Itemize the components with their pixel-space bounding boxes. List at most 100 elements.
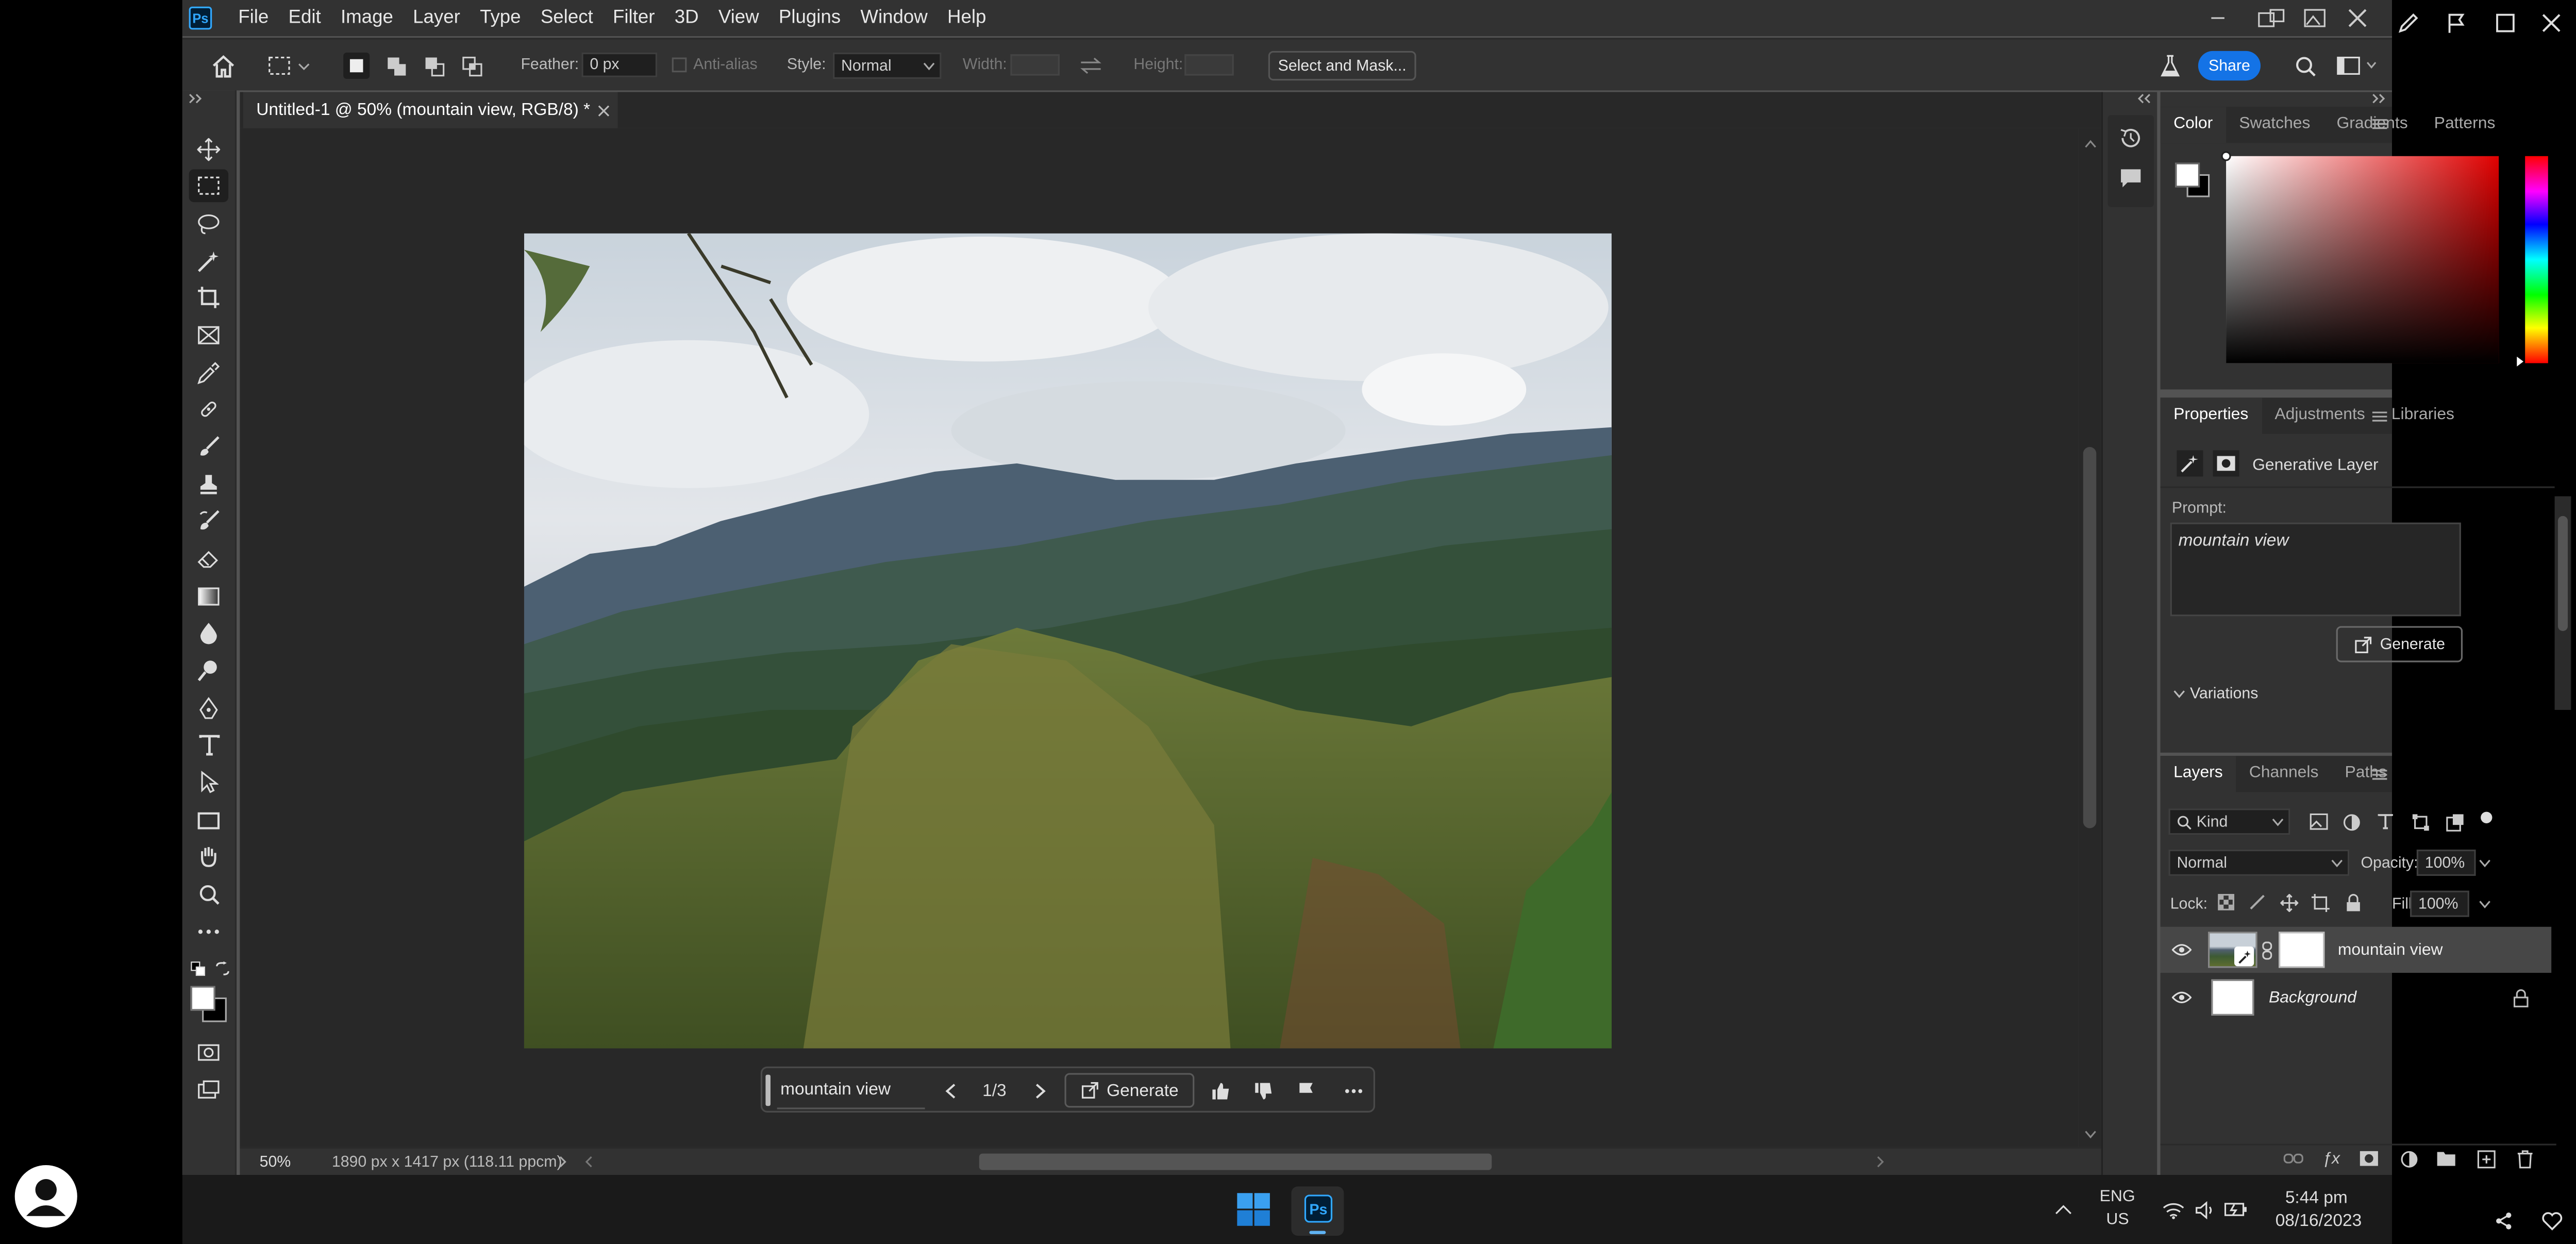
variation-prompt-field[interactable]: mountain view [777,1071,925,1109]
magic-wand-tool-icon[interactable] [189,245,229,278]
layer-row-background[interactable]: Background [2161,974,2552,1020]
edit-icon[interactable] [2395,10,2421,36]
tab-patterns[interactable]: Patterns [2421,107,2508,143]
minimize-icon[interactable] [2206,7,2230,30]
image-icon[interactable] [2302,7,2328,30]
filter-pixel-icon[interactable] [2306,810,2330,833]
link-layers-icon[interactable] [2282,1149,2305,1168]
menu-plugins[interactable]: Plugins [769,0,850,36]
fill-input[interactable]: 100% [2410,890,2469,917]
share-button[interactable]: Share [2198,51,2261,81]
foreground-color-swatch[interactable] [190,986,215,1011]
heart-icon[interactable] [2538,1208,2565,1234]
pen-tool-icon[interactable] [189,692,229,725]
show-hidden-icons-icon[interactable] [2052,1198,2075,1221]
eyedropper-tool-icon[interactable] [189,357,229,390]
history-brush-tool-icon[interactable] [189,505,229,538]
eraser-tool-icon[interactable] [189,542,229,575]
thumbs-down-icon[interactable] [1252,1080,1275,1103]
lock-all-icon[interactable] [2341,891,2364,914]
width-input[interactable] [1010,54,1060,76]
type-tool-icon[interactable] [189,728,229,761]
window-arrange-icon[interactable] [2255,7,2288,30]
tab-libraries[interactable]: Libraries [2378,397,2467,434]
layer-name[interactable]: Background [2269,989,2356,1007]
tab-adjustments[interactable]: Adjustments [2262,397,2378,434]
hue-slider[interactable] [2517,156,2548,367]
opacity-dropdown-icon[interactable] [2476,855,2493,871]
flag-icon[interactable] [2443,10,2469,36]
lock-image-icon[interactable] [2246,891,2269,914]
brush-tool-icon[interactable] [189,430,229,463]
vertical-scroll-thumb[interactable] [2083,447,2097,828]
user-avatar-icon[interactable] [14,1165,77,1228]
more-options-icon[interactable] [1342,1080,1365,1103]
delete-layer-icon[interactable] [2514,1149,2537,1168]
properties-panel-menu-icon[interactable] [2369,406,2388,425]
document-tab[interactable]: Untitled-1 @ 50% (mountain view, RGB/8) … [243,92,618,128]
scroll-down-icon[interactable] [2083,1127,2097,1141]
generate-button[interactable]: Generate [1064,1073,1195,1108]
antialias-checkbox[interactable] [672,57,687,73]
style-select[interactable]: Normal [833,53,942,79]
new-group-icon[interactable] [2435,1149,2458,1168]
filter-shape-icon[interactable] [2408,810,2432,833]
menu-image[interactable]: Image [331,0,403,36]
language-indicator-top[interactable]: ENG [2100,1188,2135,1206]
variations-label[interactable]: Variations [2190,685,2258,703]
tab-channels[interactable]: Channels [2236,756,2332,792]
color-picker-handle[interactable] [2221,151,2231,161]
menu-view[interactable]: View [709,0,769,36]
menu-edit[interactable]: Edit [278,0,330,36]
path-selection-tool-icon[interactable] [189,766,229,799]
color-foreground-swatch[interactable] [2175,162,2200,188]
intersect-selection-icon[interactable] [458,53,484,79]
crop-tool-icon[interactable] [189,281,229,314]
clock-time[interactable]: 5:44 pm [2285,1188,2348,1208]
search-icon[interactable] [2292,53,2318,79]
language-indicator-bottom[interactable]: US [2106,1211,2129,1229]
subtract-selection-icon[interactable] [421,53,447,79]
horizontal-scroll-thumb[interactable] [979,1153,1492,1170]
share-icon[interactable] [2490,1208,2517,1234]
home-icon[interactable] [209,51,238,80]
tab-layers[interactable]: Layers [2160,756,2236,792]
filter-toggle[interactable] [2481,811,2493,823]
filter-adjustment-icon[interactable] [2339,810,2363,833]
wifi-icon[interactable] [2161,1197,2187,1223]
frame-tool-icon[interactable] [189,319,229,352]
properties-scrollbar[interactable] [2554,496,2571,710]
default-colors-icon[interactable] [189,960,206,976]
blend-mode-select[interactable]: Normal [2168,849,2350,876]
clock-date[interactable]: 08/16/2023 [2276,1211,2362,1231]
prompt-textarea[interactable]: mountain view [2170,522,2461,617]
opacity-input[interactable]: 100% [2416,849,2476,876]
thumbs-up-icon[interactable] [1209,1080,1232,1103]
report-flag-icon[interactable] [1295,1080,1318,1103]
workspace-icon[interactable] [2334,53,2380,79]
dock-collapse-icon[interactable] [2136,92,2152,106]
rectangle-tool-icon[interactable] [189,804,229,837]
close-app-icon[interactable] [2345,7,2371,30]
mask-link-icon[interactable] [2261,940,2274,959]
close-window-icon[interactable] [2538,10,2565,36]
variations-chevron-icon[interactable] [2170,685,2187,702]
add-mask-icon[interactable] [2357,1149,2381,1168]
layer-mask-thumbnail[interactable] [2279,932,2325,968]
tab-swatches[interactable]: Swatches [2226,107,2323,143]
dodge-tool-icon[interactable] [189,654,229,687]
menu-window[interactable]: Window [850,0,938,36]
layer-visibility-eye-icon[interactable] [2170,988,2194,1007]
rectangular-marquee-tool-icon[interactable] [189,169,229,203]
clone-stamp-tool-icon[interactable] [189,468,229,501]
zoom-level[interactable]: 50% [260,1154,291,1172]
scroll-right-icon[interactable] [1873,1155,1886,1169]
layer-lock-icon[interactable] [2511,988,2530,1007]
lock-transparent-icon[interactable] [2215,891,2238,914]
flask-icon[interactable] [2157,53,2183,79]
swap-colors-icon[interactable] [213,960,230,976]
scroll-up-icon[interactable] [2083,137,2097,150]
comments-panel-icon[interactable] [2116,163,2146,192]
swap-dimensions-icon[interactable] [1078,54,1104,77]
layers-panel-menu-icon[interactable] [2369,764,2388,784]
